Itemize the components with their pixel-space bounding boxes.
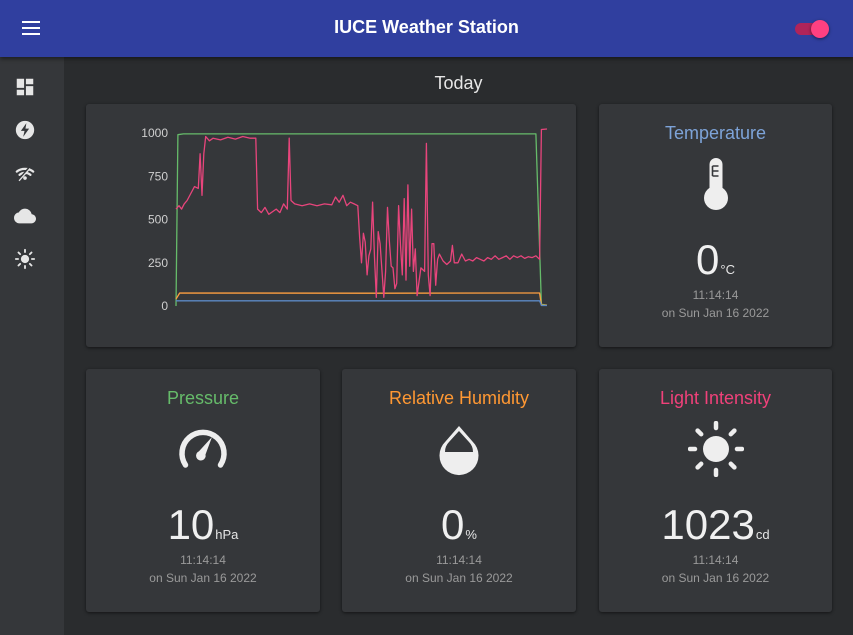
series-line-1 <box>175 133 548 307</box>
sensor-title: Light Intensity <box>659 388 772 408</box>
temperature-value: 0 <box>696 236 720 283</box>
cloud-icon <box>14 208 36 224</box>
reading-date: on Sun Jan 16 2022 <box>661 571 770 585</box>
series-line-3 <box>176 300 547 307</box>
dashboard-icon <box>16 78 34 96</box>
wifi-icon <box>15 166 35 183</box>
humidity-value: 0 <box>441 501 465 548</box>
pressure-unit: hPa <box>215 527 239 542</box>
reading-date: on Sun Jan 16 2022 <box>661 306 770 320</box>
gauge-icon <box>175 421 231 477</box>
temperature-unit: °C <box>720 262 735 277</box>
y-tick-label: 1000 <box>141 126 168 140</box>
sidebar-item-signal[interactable] <box>14 162 36 184</box>
sensor-title: Relative Humidity <box>388 388 530 408</box>
y-tick-label: 0 <box>161 299 168 313</box>
reading-time: 11:14:14 <box>180 553 226 567</box>
pressure-value: 10 <box>167 501 215 548</box>
y-tick-label: 500 <box>148 213 168 227</box>
sidebar-item-light[interactable] <box>14 248 36 270</box>
y-tick-label: 250 <box>148 256 168 270</box>
water-drop-icon <box>431 421 487 477</box>
humidity-card: Relative Humidity 0% 11:14:14 on Sun Jan… <box>342 369 576 612</box>
app-title: IUCE Weather Station <box>334 17 519 37</box>
sun-icon <box>687 421 744 477</box>
page-title: Today <box>434 73 483 93</box>
pressure-reading: 10hPa <box>86 501 320 549</box>
toggle-thumb <box>811 20 829 38</box>
reading-date: on Sun Jan 16 2022 <box>405 571 513 585</box>
reading-time: 11:14:14 <box>436 553 482 567</box>
sidebar <box>0 57 64 635</box>
pressure-card: Pressure 10hPa 11:14:14 on Sun Jan 16 20… <box>86 369 320 612</box>
series-line-2 <box>175 292 547 306</box>
humidity-reading: 0% <box>342 501 576 549</box>
sensor-title: Temperature <box>664 123 767 143</box>
reading-time: 11:14:14 <box>692 553 739 567</box>
light-value: 1023 <box>661 501 755 548</box>
history-chart: 1000 750 500 250 0 <box>141 126 548 313</box>
sidebar-item-dashboard[interactable] <box>14 76 36 98</box>
temperature-card: Temperature 0°C 11:14:14 on Sun Jan 16 2… <box>599 104 832 347</box>
light-unit: cd <box>755 527 770 542</box>
app-bar: IUCE Weather Station <box>0 0 853 57</box>
reading-date: on Sun Jan 16 2022 <box>149 571 257 585</box>
history-chart-card: 1000 750 500 250 0 <box>86 104 576 347</box>
sidebar-item-power[interactable] <box>14 119 36 141</box>
thermometer-icon <box>688 156 744 212</box>
temperature-reading: 0°C <box>599 236 832 284</box>
bolt-icon <box>15 120 35 140</box>
y-tick-label: 750 <box>148 169 168 183</box>
series-line-4 <box>175 128 548 298</box>
sensor-title: Pressure <box>166 388 240 408</box>
humidity-unit: % <box>465 527 477 542</box>
sun-icon <box>14 248 36 270</box>
light-card: Light Intensity 1023cd 11:14:14 on Sun J… <box>599 369 832 612</box>
theme-toggle[interactable] <box>795 20 831 38</box>
light-reading: 1023cd <box>599 501 832 549</box>
sidebar-item-weather[interactable] <box>14 205 36 227</box>
reading-time: 11:14:14 <box>692 288 739 302</box>
